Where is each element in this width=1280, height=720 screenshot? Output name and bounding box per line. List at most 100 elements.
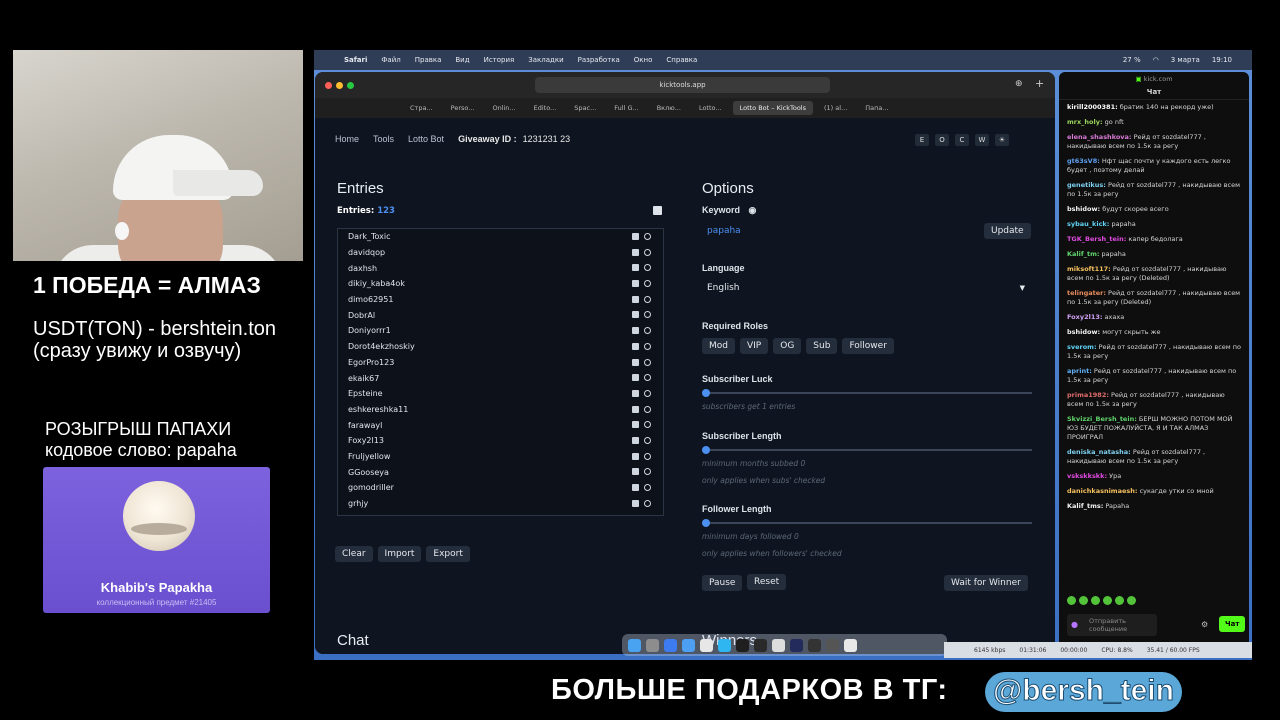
clear-button[interactable]: Clear [335,546,373,562]
theme-toggle-icon[interactable]: ☀ [995,134,1009,146]
tab-7[interactable]: Вклю... [650,101,688,115]
ban-icon[interactable] [644,311,651,319]
tab-11[interactable]: Папа... [858,101,895,115]
eye-icon[interactable]: ◉ [749,205,757,215]
chat-username[interactable]: kirill2000381: [1067,103,1118,111]
remove-entry-icon[interactable] [632,295,639,303]
emote-icon[interactable] [1079,596,1088,605]
menu-bookmarks[interactable]: Закладки [528,56,563,64]
role-sub[interactable]: Sub [806,338,838,354]
ban-icon[interactable] [644,295,651,303]
nav-home[interactable]: Home [335,134,359,144]
tab-lotto-bot[interactable]: Lotto Bot – KickTools [732,101,814,115]
emote-icon[interactable] [1091,596,1100,605]
export-button[interactable]: Export [426,546,470,562]
language-select[interactable]: English ▼ [702,279,1031,297]
send-chat-button[interactable]: Чат [1219,616,1246,632]
terminal-icon[interactable] [754,638,767,652]
chat-username[interactable]: aprint: [1067,367,1092,375]
tab-3[interactable]: Onlin... [485,101,522,115]
photos-icon[interactable] [700,638,713,652]
role-vip[interactable]: VIP [739,338,769,354]
toggle-w[interactable]: W [975,134,989,146]
chat-username[interactable]: telingater: [1067,289,1106,297]
remove-entry-icon[interactable] [632,358,639,366]
role-mod[interactable]: Mod [702,338,735,354]
sub-length-slider[interactable] [702,446,1032,454]
ban-icon[interactable] [644,468,651,476]
tab-2[interactable]: Perso... [444,101,482,115]
follower-length-knob[interactable] [702,519,710,527]
nav-lotto[interactable]: Lotto Bot [408,134,444,144]
menu-file[interactable]: Файл [381,56,400,64]
chat-username[interactable]: Foxy2l13: [1067,313,1102,321]
chat-username[interactable]: sybau_kick: [1067,220,1109,228]
chat-input[interactable]: Отправить сообщение [1067,614,1157,636]
finder-icon[interactable] [628,638,641,652]
remove-entry-icon[interactable] [632,421,639,429]
remove-entry-icon[interactable] [632,327,639,335]
remove-entry-icon[interactable] [632,280,639,288]
update-button[interactable]: Update [984,223,1031,239]
ban-icon[interactable] [644,342,651,350]
ban-icon[interactable] [644,499,651,507]
ban-icon[interactable] [644,389,651,397]
ban-icon[interactable] [644,452,651,460]
chat-username[interactable]: genetikus: [1067,181,1106,189]
close-window-button[interactable] [325,81,332,89]
gear-icon[interactable]: ⚙ [1201,620,1208,629]
obs-icon[interactable] [736,638,749,652]
chat-username[interactable]: Kalif_tm: [1067,250,1099,258]
chat-username[interactable]: bshidow: [1067,205,1100,213]
import-button[interactable]: Import [377,546,422,562]
menu-view[interactable]: Вид [455,56,469,64]
launchpad-icon[interactable] [646,638,659,652]
wifi-icon[interactable]: ◠ [1153,56,1159,64]
remove-entry-icon[interactable] [632,484,639,491]
ban-icon[interactable] [644,358,651,366]
menu-help[interactable]: Справка [666,56,697,64]
remove-entry-icon[interactable] [632,264,639,272]
copy-icon[interactable] [653,206,662,215]
tab-5[interactable]: Spac... [567,101,603,115]
menu-develop[interactable]: Разработка [578,56,620,64]
chat-username[interactable]: danichkasnimaesh: [1067,487,1137,495]
remove-entry-icon[interactable] [632,342,639,350]
chat-username[interactable]: Kalif_tms: [1067,502,1103,510]
chat-username[interactable]: bshidow: [1067,328,1100,336]
ban-icon[interactable] [644,233,651,240]
address-bar[interactable]: kicktools.app [535,77,830,93]
remove-entry-icon[interactable] [632,233,639,240]
remove-entry-icon[interactable] [632,405,639,413]
ban-icon[interactable] [644,436,651,444]
nav-tools[interactable]: Tools [373,134,394,144]
sub-luck-knob[interactable] [702,389,710,397]
role-follower[interactable]: Follower [842,338,894,354]
chat-username[interactable]: sverom: [1067,343,1097,351]
download-icon[interactable]: ⊕ [1015,79,1023,89]
appstore-icon[interactable] [682,638,695,652]
tab-8[interactable]: Lotto... [692,101,729,115]
app-icon[interactable] [790,638,803,652]
emote-icon[interactable] [1067,596,1076,605]
sub-length-knob[interactable] [702,446,710,454]
ban-icon[interactable] [644,421,651,429]
settings-icon[interactable] [772,638,785,652]
chat-username[interactable]: gt63sV8: [1067,157,1100,165]
ban-icon[interactable] [644,405,651,413]
wait-for-winner-button[interactable]: Wait for Winner [944,575,1028,591]
ban-icon[interactable] [644,280,651,288]
ban-icon[interactable] [644,248,651,256]
telegram-icon[interactable] [718,638,731,652]
role-og[interactable]: OG [773,338,802,354]
zoom-window-button[interactable] [347,81,354,89]
remove-entry-icon[interactable] [632,374,639,382]
microphone-icon[interactable]: ● [1071,620,1078,629]
chat-username[interactable]: vskskkskk: [1067,472,1107,480]
follower-length-slider[interactable] [702,519,1032,527]
tab-4[interactable]: Edito... [527,101,564,115]
sub-luck-slider[interactable] [702,389,1032,397]
toggle-e[interactable]: E [915,134,929,146]
menu-window[interactable]: Окно [634,56,653,64]
chat-username[interactable]: Skvizzi_Bersh_tein: [1067,415,1137,423]
